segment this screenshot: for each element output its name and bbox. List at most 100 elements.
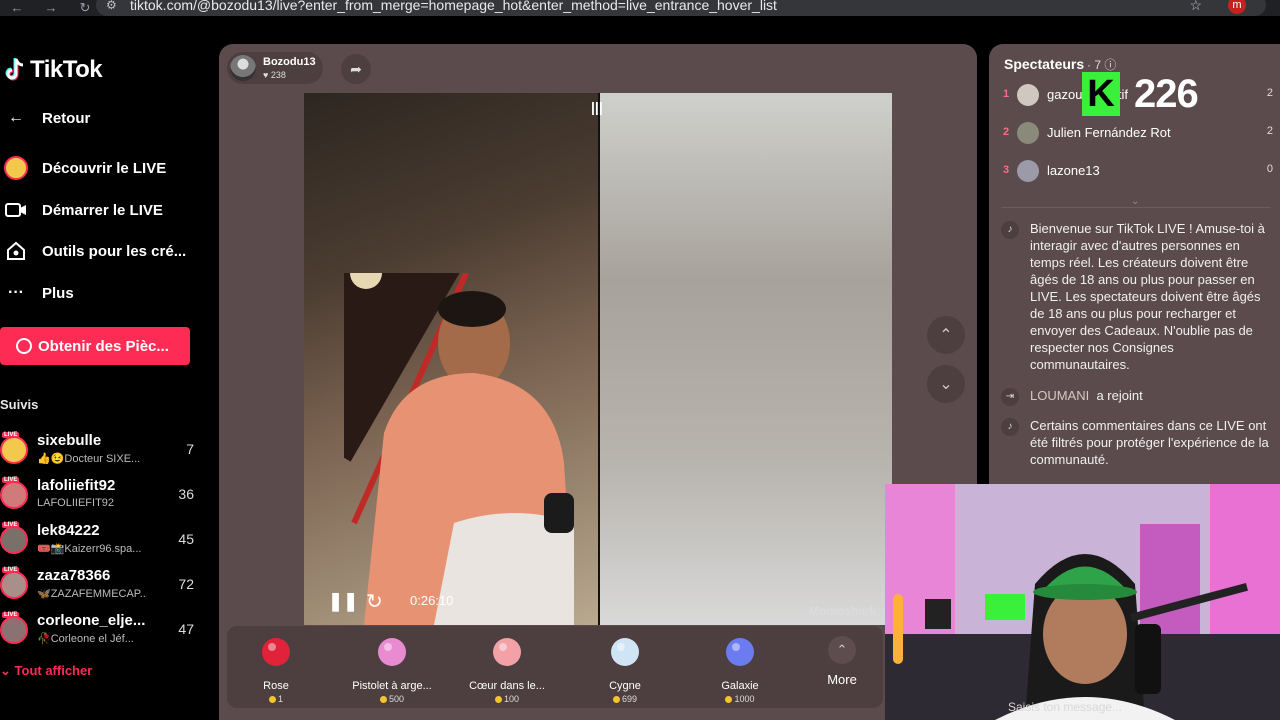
- gift-item[interactable]: Rose 1: [221, 634, 331, 704]
- divider: [1001, 207, 1271, 208]
- pause-icon[interactable]: ❚❚: [328, 591, 358, 612]
- previous-live-button[interactable]: ⌃: [927, 316, 965, 354]
- more-gifts-button[interactable]: ⌃ More: [817, 636, 867, 687]
- gift-price-value: 1: [277, 694, 283, 704]
- followed-name: sixebulle: [37, 432, 102, 449]
- audio-bars-icon[interactable]: |||: [591, 99, 603, 115]
- share-icon[interactable]: ➦: [341, 54, 371, 84]
- host-badge[interactable]: Bozodu13 ♥ 238: [227, 52, 323, 84]
- chevron-up-icon: ⌃: [828, 636, 856, 664]
- gift-price-value: 500: [388, 694, 405, 704]
- expand-chevron-icon[interactable]: ⌄: [1131, 196, 1139, 207]
- chat-welcome-message: ♪ Bienvenue sur TikTok LIVE ! Amuse-toi …: [1001, 220, 1269, 373]
- followed-name: corleone_elje...: [37, 612, 146, 629]
- more-gifts-label: More: [827, 672, 857, 687]
- tiktok-note-icon: ♪: [1001, 221, 1019, 239]
- chevron-up-icon: ⌃: [939, 327, 953, 344]
- viewer-rank: 3: [1003, 164, 1010, 176]
- nav-back[interactable]: ← Retour: [4, 106, 90, 130]
- followed-item[interactable]: LIVE lafoliiefit92 LAFOLIIEFIT92 36: [0, 477, 200, 517]
- avatar: [1017, 84, 1039, 106]
- coin-icon: [494, 696, 502, 704]
- profile-avatar[interactable]: m: [1228, 0, 1246, 14]
- site-settings-icon[interactable]: ⚙: [106, 0, 130, 12]
- coin-icon: [379, 696, 387, 704]
- gift-item[interactable]: Pistolet à arge... 500: [337, 634, 447, 704]
- followed-heading: Suivis: [0, 397, 39, 412]
- host-likes: ♥ 238: [263, 70, 286, 80]
- gift-price-value: 100: [503, 694, 520, 704]
- gift-icon: [493, 638, 521, 666]
- followed-item[interactable]: LIVE zaza78366 🦋ZAZAFEMMECAP... 72: [0, 567, 200, 607]
- webcam-figure: [885, 484, 1280, 720]
- house-icon: [4, 239, 28, 263]
- viewer-score: 0: [1266, 163, 1273, 175]
- chevron-down-icon: ⌄: [0, 663, 11, 678]
- gift-name: Rose: [263, 680, 289, 692]
- camera-icon: [4, 198, 28, 222]
- sidebar: TikTok ← Retour Découvrir le LIVE Démarr…: [0, 16, 215, 720]
- followed-name: lafoliiefit92: [37, 477, 116, 494]
- tiktok-note-icon: ♪: [1001, 418, 1019, 436]
- followed-item[interactable]: LIVE sixebulle 👍😉Docteur SIXE... 7: [0, 432, 200, 472]
- gift-name: Galaxie: [721, 680, 759, 692]
- address-bar[interactable]: ⚙ tiktok.com/@bozodu13/live?enter_from_m…: [96, 0, 1266, 16]
- gift-item[interactable]: Cœur dans le... 100: [452, 634, 562, 704]
- browser-bar: ← → ↻ ⚙ tiktok.com/@bozodu13/live?enter_…: [0, 0, 1280, 16]
- coin-icon: [612, 696, 620, 704]
- followed-subtitle: 🎟️📸Kaizerr96.spa...: [37, 543, 142, 555]
- nav-start-live[interactable]: Démarrer le LIVE: [4, 198, 163, 222]
- gift-price: 100: [452, 694, 562, 704]
- followed-name: lek84222: [37, 522, 100, 539]
- live-badge: LIVE: [2, 477, 20, 483]
- forward-icon[interactable]: →: [34, 0, 68, 16]
- nav-discover-live[interactable]: Découvrir le LIVE: [4, 156, 166, 180]
- overlay-score-badge: K 226: [1082, 68, 1218, 120]
- gift-bar: Rose 1 Pistolet à arge... 500 Cœur dans le..…: [227, 626, 883, 708]
- bookmark-star-icon[interactable]: ☆: [1189, 0, 1202, 14]
- coin-icon: [725, 696, 733, 704]
- join-username[interactable]: LOUMANI: [1030, 388, 1089, 403]
- viewer-name: lazone13: [1047, 163, 1100, 178]
- nav-creator-tools[interactable]: Outils pour les cré...: [4, 239, 186, 263]
- followed-item[interactable]: LIVE corleone_elje... 🥀Corleone el Jéf... 4…: [0, 612, 200, 652]
- next-live-button[interactable]: ⌄: [927, 365, 965, 403]
- gift-item[interactable]: Cygne 699: [570, 634, 680, 704]
- nav-label: Retour: [42, 109, 91, 127]
- nav-more[interactable]: ··· Plus: [4, 281, 74, 305]
- join-text: a rejoint: [1096, 388, 1143, 403]
- followed-item[interactable]: LIVE lek84222 🎟️📸Kaizerr96.spa... 45: [0, 522, 200, 562]
- followed-subtitle: 🦋ZAZAFEMMECAP...: [37, 588, 147, 600]
- chat-filter-notice: ♪ Certains commentaires dans ce LIVE ont…: [1001, 417, 1269, 468]
- get-coins-button[interactable]: Obtenir des Pièc...: [0, 327, 190, 365]
- show-all-label: Tout afficher: [14, 663, 93, 678]
- more-dots-icon: ···: [8, 284, 24, 301]
- gift-item[interactable]: Galaxie 1000: [685, 634, 795, 704]
- refresh-icon[interactable]: ↻: [366, 589, 383, 614]
- gift-price: 699: [570, 694, 680, 704]
- show-all-link[interactable]: ⌄ Tout afficher: [0, 663, 92, 679]
- back-icon[interactable]: ←: [0, 0, 34, 16]
- gift-name: Pistolet à arge...: [352, 680, 432, 692]
- live-badge: LIVE: [2, 522, 20, 528]
- avatar: [0, 616, 28, 644]
- live-stream-panel: Bozodu13 ♥ 238 ➦ ||| ❚❚ ↻ 0:26:10 Momosh…: [219, 44, 977, 720]
- video-player[interactable]: |||: [304, 93, 892, 625]
- followed-viewer-count: 45: [178, 531, 194, 547]
- video-controls: ❚❚ ↻ 0:26:10: [304, 587, 892, 625]
- viewer-row[interactable]: 3 lazone13 0: [1001, 158, 1273, 186]
- followed-viewer-count: 47: [178, 621, 194, 637]
- coin-icon: [16, 338, 32, 354]
- tiktok-logo[interactable]: TikTok: [4, 56, 103, 84]
- chat-input-placeholder[interactable]: Saisis ton message...: [1008, 700, 1122, 714]
- viewer-name: Julien Fernández Rot: [1047, 125, 1171, 140]
- followed-viewer-count: 7: [186, 441, 194, 457]
- welcome-text: Bienvenue sur TikTok LIVE ! Amuse-toi à …: [1030, 221, 1265, 372]
- viewer-row[interactable]: 2 Julien Fernández Rot 2: [1001, 120, 1273, 148]
- url-text: tiktok.com/@bozodu13/live?enter_from_mer…: [130, 0, 777, 13]
- kick-logo-icon: K: [1082, 72, 1120, 116]
- gift-name: Cœur dans le...: [469, 680, 545, 692]
- host-name: Bozodu13: [263, 56, 316, 68]
- gift-name: Cygne: [609, 680, 641, 692]
- gift-price-value: 699: [621, 694, 638, 704]
